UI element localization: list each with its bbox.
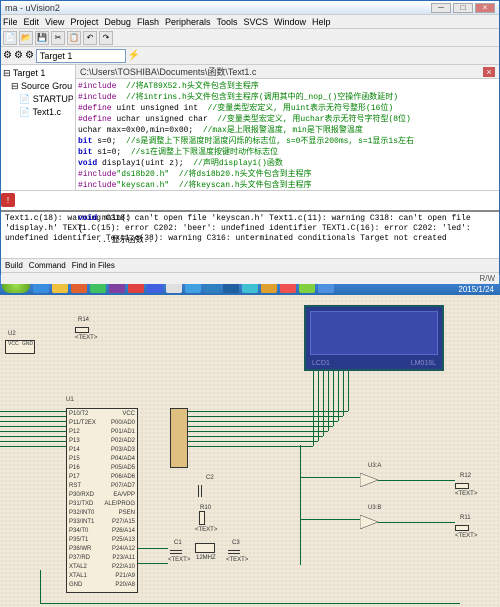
tab-build[interactable]: Build bbox=[5, 261, 23, 270]
code-editor[interactable]: C:\Users\TOSHIBA\Documents\函数\Text1.c × … bbox=[76, 65, 499, 190]
menu-peripherals[interactable]: Peripherals bbox=[165, 17, 211, 27]
menu-edit[interactable]: Edit bbox=[24, 17, 40, 27]
error-icon[interactable]: ! bbox=[1, 193, 15, 207]
tab-command[interactable]: Command bbox=[29, 261, 66, 270]
c3-label: C3 bbox=[232, 540, 240, 546]
maximize-button[interactable]: □ bbox=[453, 3, 473, 13]
close-button[interactable]: × bbox=[475, 3, 495, 13]
menu-svcs[interactable]: SVCS bbox=[244, 17, 269, 27]
status-rw: R/W bbox=[479, 274, 495, 283]
menu-flash[interactable]: Flash bbox=[137, 17, 159, 27]
menu-window[interactable]: Window bbox=[274, 17, 306, 27]
opamp-u3a[interactable] bbox=[360, 473, 378, 487]
tab-findinfiles[interactable]: Find in Files bbox=[72, 261, 115, 270]
opamp-u3b[interactable] bbox=[360, 515, 378, 529]
tab-close-icon[interactable]: × bbox=[483, 67, 495, 77]
tree-source-group[interactable]: ⊟ Source Grou bbox=[3, 80, 73, 93]
microcontroller-u1[interactable]: P10/T2P11/T2EXP12P13P14P15P16P17RSTP30/R… bbox=[66, 408, 138, 593]
save-icon[interactable]: 💾 bbox=[35, 31, 49, 45]
c1-label: C1 bbox=[174, 540, 182, 546]
menu-help[interactable]: Help bbox=[312, 17, 331, 27]
r11-label: R11 bbox=[460, 515, 471, 521]
c2-label: C2 bbox=[206, 475, 214, 481]
menubar: File Edit View Project Debug Flash Perip… bbox=[1, 15, 499, 29]
crystal-label: 12MHZ bbox=[196, 555, 216, 561]
u1-label: U1 bbox=[66, 397, 74, 403]
capacitor-c2[interactable] bbox=[198, 485, 202, 497]
r14-label: R14 bbox=[78, 317, 89, 323]
u2-label: U2 bbox=[8, 331, 16, 337]
u3a-label: U3:A bbox=[368, 463, 381, 469]
capacitor-c1[interactable] bbox=[170, 550, 182, 554]
lcd-component[interactable]: LCD1 LM016L bbox=[304, 305, 444, 371]
toolbar-build: ⚙ ⚙ ⚙ ⚡ bbox=[1, 47, 499, 65]
u3b-label: U3:B bbox=[368, 505, 381, 511]
resistor-r12[interactable] bbox=[455, 483, 469, 489]
menu-project[interactable]: Project bbox=[70, 17, 98, 27]
resistor-r11[interactable] bbox=[455, 525, 469, 531]
copy-icon[interactable]: 📋 bbox=[67, 31, 81, 45]
r12-label: R12 bbox=[460, 473, 471, 479]
rebuild-icon[interactable]: ⚙ bbox=[14, 50, 23, 61]
error-indicators: ! bbox=[1, 190, 499, 210]
editor-tab-path: C:\Users\TOSHIBA\Documents\函数\Text1.c bbox=[80, 65, 256, 78]
menu-view[interactable]: View bbox=[45, 17, 64, 27]
cut-icon[interactable]: ✂ bbox=[51, 31, 65, 45]
window-title: ma - uVision2 bbox=[5, 3, 431, 13]
build-icon[interactable]: ⚙ bbox=[3, 50, 12, 61]
resistor-network[interactable] bbox=[170, 408, 188, 468]
resistor-r14[interactable] bbox=[75, 327, 89, 333]
tree-text1c[interactable]: 📄 Text1.c bbox=[3, 106, 73, 119]
schematic-canvas[interactable]: LCD1 LM016L U2 VCC GND R14 <TEXT> U1 P10… bbox=[0, 295, 500, 607]
resistor-r10[interactable] bbox=[199, 511, 205, 525]
tree-root[interactable]: ⊟ Target 1 bbox=[3, 67, 73, 80]
build-all-icon[interactable]: ⚙ bbox=[25, 50, 34, 61]
undo-icon[interactable]: ↶ bbox=[83, 31, 97, 45]
crystal[interactable] bbox=[195, 543, 215, 553]
target-selector[interactable] bbox=[36, 49, 126, 63]
redo-icon[interactable]: ↷ bbox=[99, 31, 113, 45]
menu-debug[interactable]: Debug bbox=[104, 17, 131, 27]
minimize-button[interactable]: ─ bbox=[431, 3, 451, 13]
toolbar-main: 📄 📂 💾 ✂ 📋 ↶ ↷ bbox=[1, 29, 499, 47]
capacitor-c3[interactable] bbox=[228, 550, 240, 554]
new-file-icon[interactable]: 📄 bbox=[3, 31, 17, 45]
tree-startup[interactable]: 📄 STARTUP. bbox=[3, 93, 73, 106]
project-panel: ⊟ Target 1 ⊟ Source Grou 📄 STARTUP. 📄 Te… bbox=[1, 65, 76, 190]
open-file-icon[interactable]: 📂 bbox=[19, 31, 33, 45]
statusbar: R/W bbox=[1, 272, 499, 284]
options-icon[interactable]: ⚡ bbox=[128, 50, 140, 61]
menu-file[interactable]: File bbox=[3, 17, 18, 27]
menu-tools[interactable]: Tools bbox=[216, 17, 237, 27]
